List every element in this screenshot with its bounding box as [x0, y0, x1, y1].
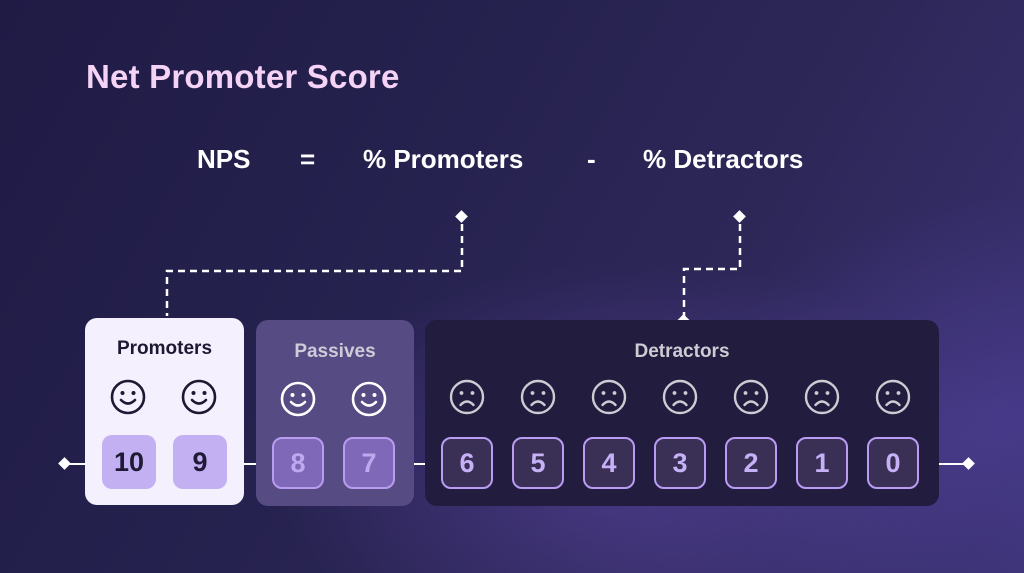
detractors-group: Detractors 6 5 4 3 2 1 0 [425, 320, 939, 506]
smiley-face-icon [181, 379, 217, 415]
score-box-6[interactable]: 6 [441, 437, 493, 489]
frowning-face-icon [804, 379, 840, 415]
score-box-10[interactable]: 10 [102, 435, 156, 489]
score-box-8[interactable]: 8 [272, 437, 324, 489]
frowning-face-icon [733, 379, 769, 415]
score-box-4[interactable]: 4 [583, 437, 635, 489]
group-label-detractors: Detractors [634, 341, 730, 362]
smiley-face-icon [351, 381, 387, 417]
score-box-2[interactable]: 2 [725, 437, 777, 489]
score-box-1[interactable]: 1 [796, 437, 848, 489]
frowning-face-icon [875, 379, 911, 415]
frowning-face-icon [591, 379, 627, 415]
score-box-0[interactable]: 0 [867, 437, 919, 489]
group-label-passives: Passives [294, 341, 376, 362]
promoters-connector [165, 210, 468, 316]
score-box-9[interactable]: 9 [173, 435, 227, 489]
promoters-group: Promoters 10 9 [85, 318, 244, 505]
smiley-face-icon [280, 381, 316, 417]
group-label-promoters: Promoters [116, 338, 213, 359]
score-box-7[interactable]: 7 [343, 437, 395, 489]
passives-group: Passives 8 7 [256, 320, 414, 506]
score-box-5[interactable]: 5 [512, 437, 564, 489]
score-box-3[interactable]: 3 [654, 437, 706, 489]
detractors-connector [677, 210, 746, 327]
frowning-face-icon [662, 379, 698, 415]
connector-diamond [455, 210, 468, 223]
smiley-face-icon [110, 379, 146, 415]
connector-diamond [733, 210, 746, 223]
frowning-face-icon [520, 379, 556, 415]
frowning-face-icon [449, 379, 485, 415]
